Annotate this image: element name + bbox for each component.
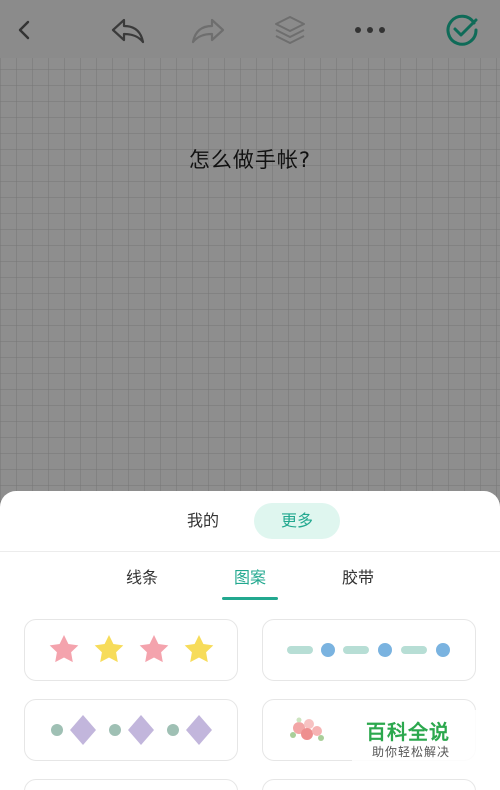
pattern-dash-dot[interactable]	[262, 619, 476, 681]
watermark-title: 百科全说	[366, 720, 450, 744]
layers-button[interactable]	[270, 10, 310, 50]
pattern-stars[interactable]	[24, 619, 238, 681]
pattern-card-row3-right[interactable]	[262, 779, 476, 790]
more-icon	[355, 27, 385, 33]
redo-button[interactable]	[188, 10, 228, 50]
source-tabs: 我的 更多	[0, 503, 500, 539]
dash-dot-icon	[287, 643, 450, 657]
dot-diamond-icon	[51, 715, 212, 745]
category-patterns[interactable]: 图案	[220, 563, 280, 599]
back-button[interactable]	[5, 10, 45, 50]
undo-icon	[111, 18, 145, 44]
more-button[interactable]	[350, 10, 390, 50]
category-lines[interactable]: 线条	[112, 563, 172, 599]
tab-mine[interactable]: 我的	[172, 503, 234, 539]
active-category-indicator	[222, 597, 278, 600]
flower-icon	[290, 717, 324, 741]
chevron-left-icon	[18, 20, 30, 40]
pattern-card-row3-left[interactable]	[24, 779, 238, 790]
check-circle-icon	[446, 14, 478, 46]
redo-icon	[191, 18, 225, 44]
top-toolbar	[0, 0, 500, 58]
divider	[0, 551, 500, 552]
tab-more[interactable]: 更多	[254, 503, 340, 539]
watermark-subtitle: 助你轻松解决	[372, 745, 451, 759]
pattern-dot-diamond[interactable]	[24, 699, 238, 761]
confirm-button[interactable]	[442, 10, 482, 50]
undo-button[interactable]	[108, 10, 148, 50]
layers-icon	[275, 16, 305, 44]
category-tape[interactable]: 胶带	[328, 563, 388, 599]
canvas-text-box[interactable]: 怎么做手帐?	[0, 144, 500, 174]
star-icon	[49, 635, 214, 663]
